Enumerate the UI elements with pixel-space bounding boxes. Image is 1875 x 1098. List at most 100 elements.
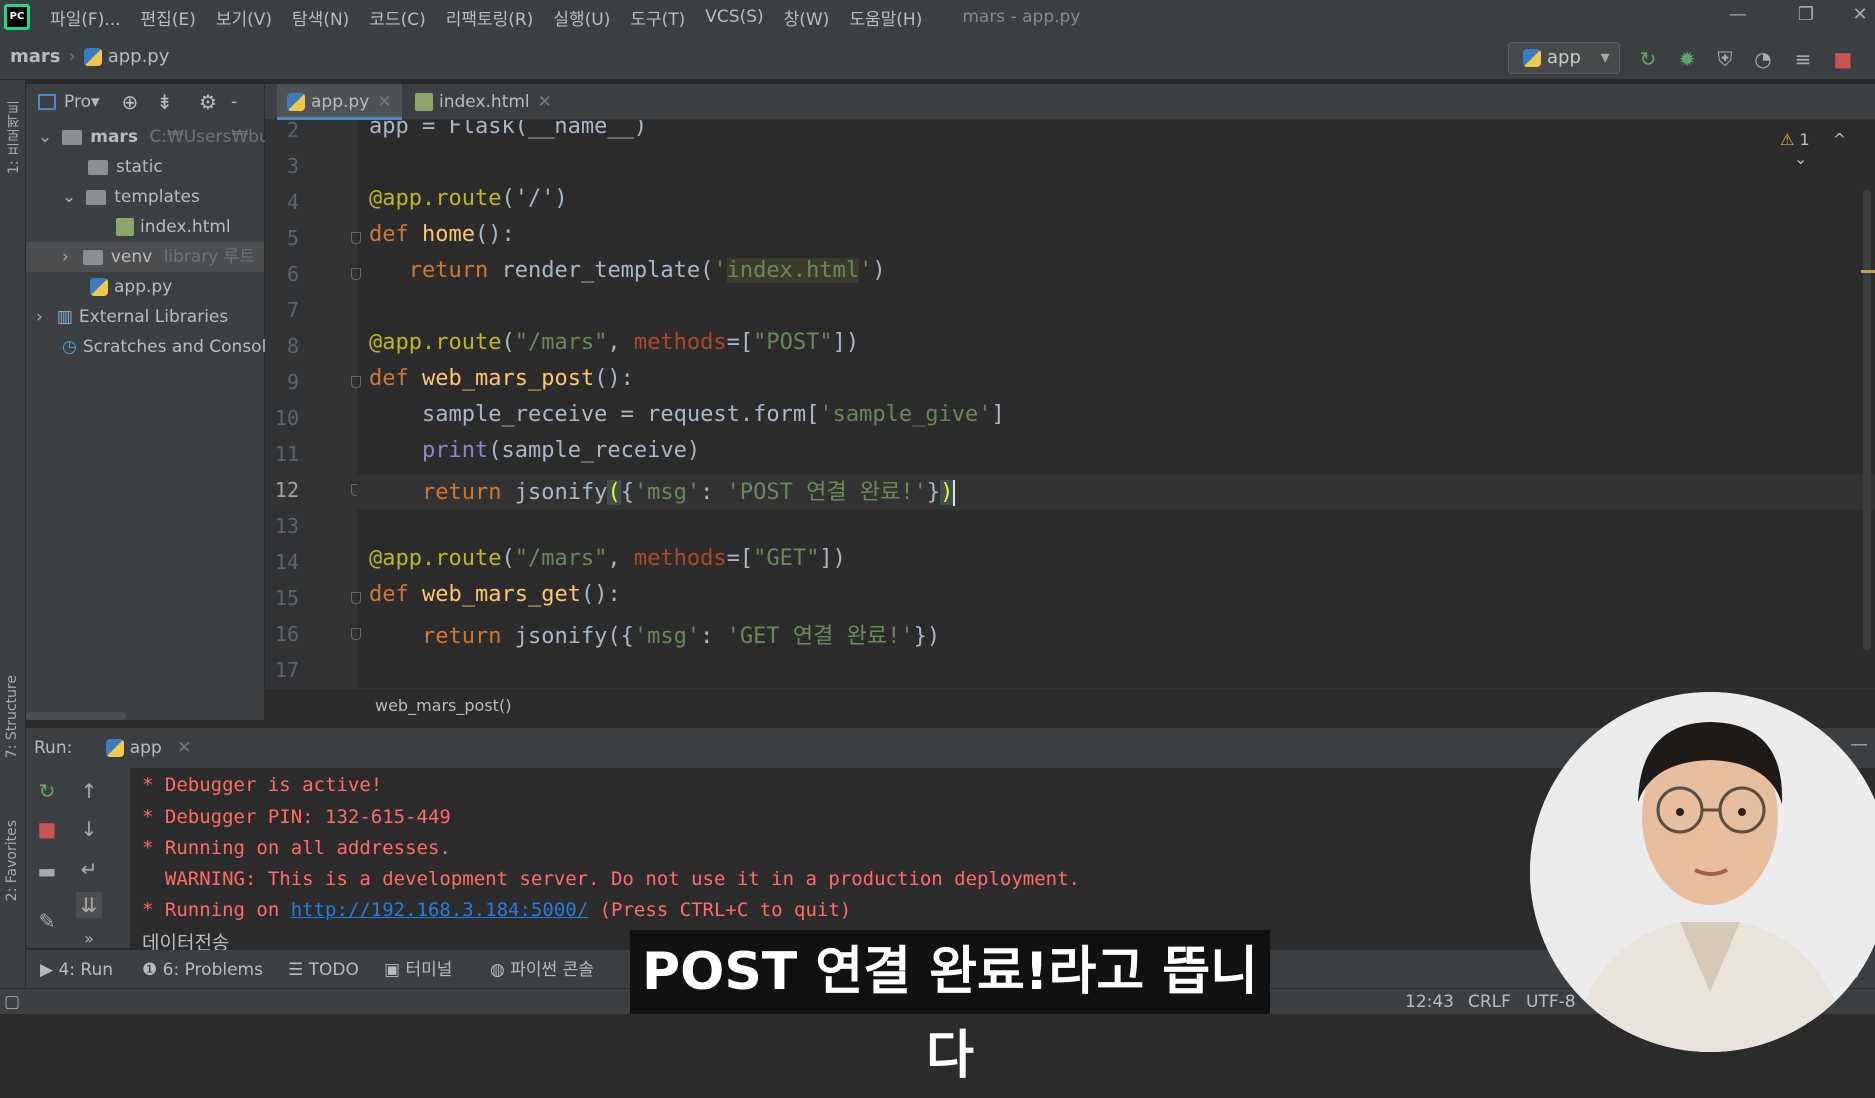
more-icon[interactable]: » bbox=[76, 926, 102, 952]
tab-index-html[interactable]: index.html ✕ bbox=[405, 84, 562, 120]
menu-tools[interactable]: 도구(T) bbox=[620, 5, 695, 30]
code-line: @app.route("/mars", methods=["GET"]) bbox=[369, 546, 846, 571]
line-separator[interactable]: CRLF bbox=[1468, 989, 1511, 1015]
gear-icon[interactable]: ⚙ bbox=[199, 90, 217, 114]
python-file-icon bbox=[90, 278, 108, 296]
server-url-link[interactable]: http://192.168.3.184:5000/ bbox=[291, 899, 588, 921]
warning-icon: ⚠ bbox=[1780, 130, 1795, 149]
play-icon: ▶ bbox=[40, 960, 59, 980]
line-number: 16 bbox=[274, 622, 299, 646]
warning-stripe-marker[interactable] bbox=[1861, 270, 1875, 273]
close-window-icon[interactable]: ✕ bbox=[1840, 4, 1875, 30]
tab-app-py[interactable]: app.py ✕ bbox=[277, 84, 402, 120]
code-line: def web_mars_get(): bbox=[369, 582, 621, 607]
breadcrumb-function[interactable]: web_mars_post() bbox=[375, 696, 511, 715]
menu-window[interactable]: 창(W) bbox=[774, 5, 840, 30]
profile-icon[interactable]: ◔ bbox=[1750, 46, 1776, 72]
menu-refactor[interactable]: 리팩토링(R) bbox=[436, 5, 544, 30]
scroll-to-end-icon[interactable]: ⇊ bbox=[76, 892, 102, 918]
run-config-select[interactable]: app ▾ bbox=[1508, 42, 1620, 74]
tool-tab-python-console[interactable]: ◍ 파이썬 콘솔 bbox=[490, 950, 594, 990]
build-icon[interactable]: ≡ bbox=[1790, 46, 1816, 72]
restore-icon[interactable]: ❐ bbox=[1786, 4, 1826, 30]
panel-toggle-icon[interactable]: ▢ bbox=[4, 989, 20, 1015]
layout-icon[interactable]: ▬ bbox=[34, 858, 60, 884]
file-encoding[interactable]: UTF-8 bbox=[1526, 989, 1576, 1015]
rerun-icon[interactable]: ↻ bbox=[34, 778, 60, 804]
tree-item-scratches[interactable]: ◷ Scratches and Consol bbox=[26, 332, 267, 362]
line-number: 8 bbox=[286, 334, 299, 358]
menu-run[interactable]: 실행(U) bbox=[543, 5, 620, 30]
pin-icon[interactable]: ✎ bbox=[34, 908, 60, 934]
debug-icon[interactable]: ✹ bbox=[1674, 46, 1700, 72]
console-line: * Running on all addresses. bbox=[142, 837, 451, 859]
line-number: 4 bbox=[286, 190, 299, 214]
caret-position[interactable]: 12:43 bbox=[1405, 989, 1454, 1015]
tool-tab-terminal[interactable]: ▣ 터미널 bbox=[384, 950, 452, 990]
line-number: 11 bbox=[274, 442, 299, 466]
inspection-widget[interactable]: ⚠ 1 ^ ⌄ bbox=[1780, 130, 1875, 168]
menu-edit[interactable]: 편집(E) bbox=[131, 5, 206, 30]
fold-marker-icon[interactable] bbox=[351, 232, 361, 244]
horizontal-scrollbar[interactable] bbox=[26, 712, 126, 720]
tree-item-mars[interactable]: ⌄ mars C:₩Users₩bum bbox=[26, 122, 286, 152]
arrow-up-icon[interactable]: ↑ bbox=[76, 778, 102, 804]
minimize-panel-icon[interactable]: — bbox=[1850, 734, 1868, 755]
hide-panel-icon[interactable]: - bbox=[231, 92, 237, 112]
fold-marker-icon[interactable] bbox=[351, 592, 361, 604]
tool-tab-run[interactable]: ▶ 4: Run bbox=[40, 950, 113, 990]
fold-marker-icon[interactable] bbox=[351, 268, 361, 280]
tree-item-external-libraries[interactable]: › ▥ External Libraries bbox=[26, 302, 264, 332]
arrow-down-icon[interactable]: ↓ bbox=[76, 816, 102, 842]
project-tool-tab[interactable]: 1: 프로젝트 bbox=[4, 100, 24, 174]
coverage-icon[interactable]: ⛨ bbox=[1712, 46, 1738, 72]
menu-bar: 파일(F)... 편집(E) 보기(V) 탐색(N) 코드(C) 리팩토링(R)… bbox=[0, 0, 1875, 34]
folder-icon bbox=[62, 129, 83, 145]
soft-wrap-icon[interactable]: ↵ bbox=[76, 856, 102, 882]
tree-item-static[interactable]: static bbox=[26, 152, 264, 182]
menu-navigate[interactable]: 탐색(N) bbox=[282, 5, 359, 30]
line-number: 7 bbox=[286, 298, 299, 322]
breadcrumb-file[interactable]: app.py bbox=[108, 46, 170, 67]
text-caret bbox=[953, 480, 956, 506]
tree-item-index-html[interactable]: index.html bbox=[26, 212, 264, 242]
structure-tool-tab[interactable]: 7: Structure bbox=[4, 675, 20, 758]
menu-vcs[interactable]: VCS(S) bbox=[695, 7, 773, 27]
menu-help[interactable]: 도움말(H) bbox=[839, 5, 932, 30]
project-view-select[interactable]: Pro▾ bbox=[64, 92, 100, 112]
favorites-tool-tab[interactable]: 2: Favorites bbox=[4, 820, 20, 901]
close-tab-icon[interactable]: ✕ bbox=[538, 92, 552, 112]
menu-view[interactable]: 보기(V) bbox=[206, 5, 282, 30]
list-icon: ☰ bbox=[288, 960, 309, 980]
fold-marker-icon[interactable] bbox=[351, 628, 361, 640]
locate-icon[interactable]: ⊕ bbox=[122, 90, 139, 114]
html-file-icon bbox=[415, 93, 433, 111]
tree-item-venv[interactable]: › venv library 루트 bbox=[26, 242, 264, 272]
vertical-scrollbar[interactable] bbox=[1863, 190, 1871, 650]
tool-tab-problems[interactable]: ❶ 6: Problems bbox=[142, 950, 263, 990]
tree-label: Scratches and Consol bbox=[82, 337, 267, 357]
close-tab-icon[interactable]: ✕ bbox=[177, 738, 191, 758]
code-editor[interactable]: 2 3 4 5 6 7 8 9 10 11 12 13 14 15 16 17 … bbox=[265, 120, 1875, 688]
tree-item-templates[interactable]: ⌄ templates bbox=[26, 182, 264, 212]
stop-icon[interactable]: ■ bbox=[1830, 46, 1856, 72]
stop-icon[interactable]: ■ bbox=[34, 816, 60, 842]
tree-label: static bbox=[116, 157, 163, 177]
presenter-video bbox=[1530, 692, 1875, 1052]
run-tab-label[interactable]: app bbox=[130, 738, 162, 758]
minimize-icon[interactable]: — bbox=[1718, 4, 1758, 30]
chevron-down-icon[interactable]: ⌄ bbox=[1794, 149, 1807, 168]
tree-item-app-py[interactable]: app.py bbox=[26, 272, 264, 302]
fold-marker-icon[interactable] bbox=[351, 376, 361, 388]
collapse-all-icon[interactable]: ⇟ bbox=[156, 90, 173, 114]
menu-file[interactable]: 파일(F)... bbox=[40, 5, 131, 30]
tool-tab-todo[interactable]: ☰ TODO bbox=[288, 950, 359, 990]
breadcrumb-project[interactable]: mars bbox=[10, 46, 61, 67]
code-line: return jsonify({'msg': 'GET 연결 완료!'}) bbox=[421, 624, 941, 649]
menu-code[interactable]: 코드(C) bbox=[359, 5, 435, 30]
tree-label: templates bbox=[114, 187, 200, 207]
rerun-icon[interactable]: ↻ bbox=[1635, 46, 1661, 72]
tree-label: venv bbox=[110, 247, 153, 267]
close-tab-icon[interactable]: ✕ bbox=[377, 92, 391, 112]
chevron-up-icon[interactable]: ^ bbox=[1833, 130, 1846, 149]
